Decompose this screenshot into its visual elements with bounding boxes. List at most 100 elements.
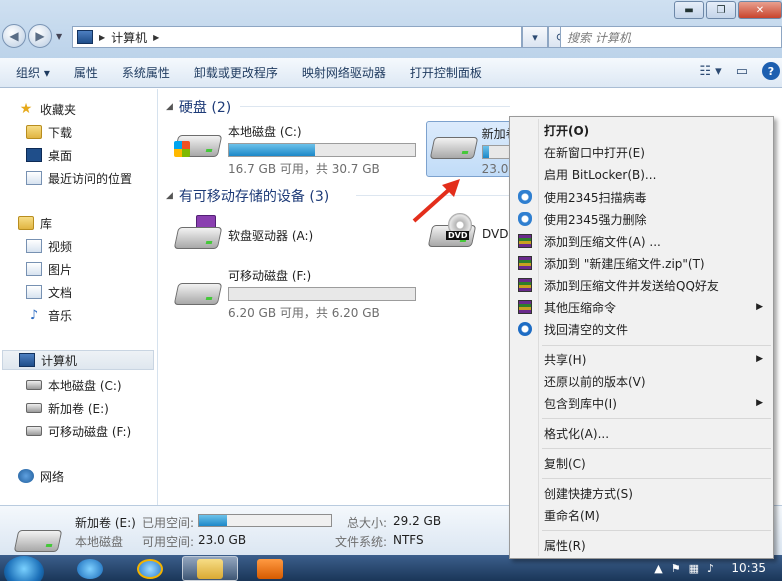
sidebar-item-pictures[interactable]: 图片 xyxy=(26,259,72,279)
browser-icon xyxy=(137,558,163,579)
tray-volume-icon[interactable]: ♪ xyxy=(707,562,714,575)
sidebar-item-music[interactable]: ♪ 音乐 xyxy=(26,305,72,325)
tray-network-icon[interactable]: ▦ xyxy=(689,562,699,575)
menu-item-create-shortcut[interactable]: 创建快捷方式(S) xyxy=(512,482,771,504)
organize-button[interactable]: 组织 ▾ xyxy=(0,64,62,81)
map-network-drive-button[interactable]: 映射网络驱动器 xyxy=(290,64,398,81)
view-options-icon[interactable]: ☷ ▾ xyxy=(699,64,721,79)
menu-item-rename[interactable]: 重命名(M) xyxy=(512,504,771,526)
tray-expand-icon[interactable]: ▲ xyxy=(654,562,662,575)
status-drive-name: 新加卷 (E:) xyxy=(75,516,136,530)
removable-group-header[interactable]: ◢ 有可移动存储的设备 (3) xyxy=(166,186,510,206)
menu-item-restore[interactable]: 还原以前的版本(V) xyxy=(512,370,771,392)
taskbar-ie-alt[interactable] xyxy=(122,556,178,581)
command-bar: 组织 ▾ 属性 系统属性 卸载或更改程序 映射网络驱动器 打开控制面板 ☷ ▾ … xyxy=(0,58,782,88)
maximize-button[interactable]: ❐ xyxy=(706,1,736,19)
sidebar-item-local-disk-c[interactable]: 本地磁盘 (C:) xyxy=(26,375,122,395)
sidebar-item-downloads[interactable]: 下载 xyxy=(26,122,72,142)
explorer-folder-icon xyxy=(197,558,223,579)
drive-name: 可移动磁盘 (F:) xyxy=(228,269,312,283)
hdd-group-header[interactable]: ◢ 硬盘 (2) xyxy=(166,97,510,117)
close-button[interactable]: ✕ xyxy=(738,1,782,19)
documents-icon xyxy=(26,285,42,299)
drive-c[interactable]: 本地磁盘 (C:) 16.7 GB 可用，共 30.7 GB xyxy=(173,123,418,177)
sidebar-item-favorites[interactable]: ★ 收藏夹 xyxy=(18,99,76,119)
context-menu: 打开(O) 在新窗口中打开(E) 启用 BitLocker(B)... 使用23… xyxy=(509,116,774,559)
sidebar-item-desktop[interactable]: 桌面 xyxy=(26,145,72,165)
sidebar-item-recent[interactable]: 最近访问的位置 xyxy=(26,168,132,188)
menu-item-add-archive[interactable]: 添加到压缩文件(A) ... xyxy=(512,230,771,252)
sidebar-item-new-volume-e[interactable]: 新加卷 (E:) xyxy=(26,398,109,418)
hard-drive-icon xyxy=(429,125,479,165)
clock[interactable]: 10:35 xyxy=(731,561,766,575)
drive-size: 16.7 GB 可用，共 30.7 GB xyxy=(228,162,380,176)
windows-logo-icon xyxy=(174,141,190,157)
menu-separator xyxy=(542,345,771,346)
search-input[interactable]: 搜索 计算机 xyxy=(560,26,782,48)
taskbar-ie[interactable] xyxy=(62,556,118,581)
uninstall-button[interactable]: 卸载或更改程序 xyxy=(182,64,290,81)
menu-item-format[interactable]: 格式化(A)... xyxy=(512,422,771,444)
group-divider xyxy=(240,106,510,107)
archive-icon xyxy=(518,300,532,314)
status-used-label: 已用空间: xyxy=(142,516,195,530)
navigation-pane: ★ 收藏夹 下载 桌面 最近访问的位置 库 视频 图片 文档 ♪ 音乐 计算机 … xyxy=(0,89,158,505)
breadcrumb-arrow-icon[interactable]: ▶ xyxy=(153,33,159,42)
forward-button[interactable]: ▶ xyxy=(28,24,52,48)
control-panel-button[interactable]: 打开控制面板 xyxy=(398,64,494,81)
menu-item-scan-2345[interactable]: 使用2345扫描病毒 xyxy=(512,186,771,208)
menu-item-other-compress[interactable]: 其他压缩命令 ▶ xyxy=(512,296,771,318)
drive-a[interactable]: 软盘驱动器 (A:) xyxy=(173,215,418,255)
collapse-icon[interactable]: ◢ xyxy=(166,191,173,201)
address-bar[interactable]: ▶ 计算机 ▶ xyxy=(72,26,522,48)
menu-item-add-send-qq[interactable]: 添加到压缩文件并发送给QQ好友 xyxy=(512,274,771,296)
minimize-button[interactable]: ▬ xyxy=(674,1,704,19)
menu-separator xyxy=(542,478,771,479)
back-button[interactable]: ◀ xyxy=(2,24,26,48)
status-fs-value: NTFS xyxy=(393,533,424,547)
address-dropdown-icon[interactable]: ▾ xyxy=(522,26,548,48)
sidebar-item-computer[interactable]: 计算机 xyxy=(2,350,154,370)
status-free-label: 可用空间: xyxy=(142,535,195,549)
recent-pages-icon[interactable]: ▼ xyxy=(56,32,62,41)
sidebar-item-removable-f[interactable]: 可移动磁盘 (F:) xyxy=(26,421,131,441)
taskbar-explorer[interactable] xyxy=(182,556,238,581)
red-arrow-annotation xyxy=(412,179,460,223)
media-player-icon xyxy=(257,558,283,579)
drive-e[interactable]: 新加卷 23.0 xyxy=(426,121,518,177)
sidebar-item-network[interactable]: 网络 xyxy=(18,466,64,486)
system-properties-button[interactable]: 系统属性 xyxy=(110,64,182,81)
menu-separator xyxy=(542,530,771,531)
drive-f[interactable]: 可移动磁盘 (F:) 6.20 GB 可用，共 6.20 GB xyxy=(173,267,418,321)
menu-item-share[interactable]: 共享(H) ▶ xyxy=(512,348,771,370)
tray-flag-icon[interactable]: ⚑ xyxy=(671,562,681,575)
menu-item-add-zip[interactable]: 添加到 "新建压缩文件.zip"(T) xyxy=(512,252,771,274)
menu-item-copy[interactable]: 复制(C) xyxy=(512,452,771,474)
preview-pane-icon[interactable]: ▭ xyxy=(736,64,748,79)
computer-icon xyxy=(19,353,35,367)
hard-drive-icon xyxy=(26,380,42,390)
sidebar-item-libraries[interactable]: 库 xyxy=(18,213,52,233)
menu-item-open[interactable]: 打开(O) xyxy=(512,119,771,141)
properties-button[interactable]: 属性 xyxy=(62,64,110,81)
menu-item-delete-2345[interactable]: 使用2345强力删除 xyxy=(512,208,771,230)
taskbar-media[interactable] xyxy=(242,556,298,581)
collapse-icon[interactable]: ◢ xyxy=(166,102,173,112)
help-icon[interactable]: ? xyxy=(762,62,780,80)
menu-item-include-library[interactable]: 包含到库中(I) ▶ xyxy=(512,392,771,414)
computer-icon xyxy=(77,30,93,44)
menu-item-properties[interactable]: 属性(R) xyxy=(512,534,771,556)
menu-item-bitlocker[interactable]: 启用 BitLocker(B)... xyxy=(512,163,771,185)
shield-icon xyxy=(518,190,532,204)
menu-item-open-new-window[interactable]: 在新窗口中打开(E) xyxy=(512,141,771,163)
menu-item-recover[interactable]: 找回清空的文件 xyxy=(512,318,771,340)
breadcrumb-computer[interactable]: 计算机 xyxy=(111,29,147,46)
sidebar-item-documents[interactable]: 文档 xyxy=(26,282,72,302)
sidebar-item-videos[interactable]: 视频 xyxy=(26,236,72,256)
internet-explorer-icon xyxy=(77,558,103,579)
downloads-folder-icon xyxy=(26,125,42,139)
start-button[interactable] xyxy=(4,556,44,581)
music-icon: ♪ xyxy=(29,307,39,323)
desktop-icon xyxy=(26,148,42,162)
breadcrumb-arrow-icon[interactable]: ▶ xyxy=(99,33,105,42)
